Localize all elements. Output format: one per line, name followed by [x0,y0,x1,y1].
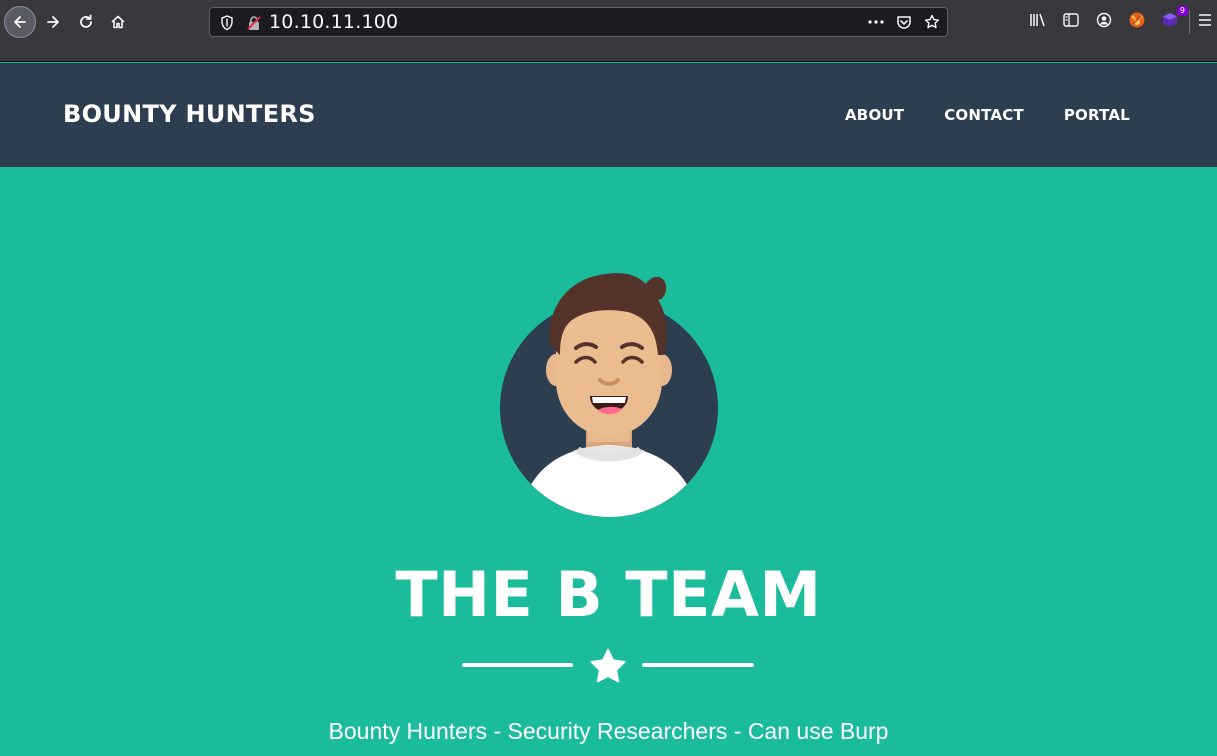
star-icon [590,648,626,683]
site-navbar: BOUNTY HUNTERS ABOUT CONTACT PORTAL [0,63,1217,167]
pocket-icon[interactable] [895,13,913,31]
arrow-left-icon [14,16,26,28]
extension-badge: 9 [1176,6,1188,16]
browser-toolbar: 10.10.11.100 9 [0,0,1217,62]
hamburger-menu-icon[interactable] [1198,12,1212,31]
extension-foxy-icon[interactable] [1127,10,1147,30]
insecure-lock-icon[interactable] [246,15,262,35]
home-button[interactable] [103,7,133,37]
nav-link-about[interactable]: ABOUT [845,106,904,124]
hero-title: THE B TEAM [395,558,822,631]
reload-icon [80,14,92,28]
page-actions-icon[interactable] [867,13,885,31]
hero-subheading: Bounty Hunters - Security Researchers - … [328,718,889,744]
brand-link[interactable]: BOUNTY HUNTERS [63,100,316,128]
toolbar-divider [1189,10,1190,34]
nav-link-contact[interactable]: CONTACT [944,106,1024,124]
library-icon[interactable] [1028,10,1048,30]
shield-icon[interactable] [220,15,234,35]
reload-button[interactable] [71,7,101,37]
back-button[interactable] [4,6,36,38]
divider-line-left [462,663,573,667]
home-icon [111,15,125,29]
forward-button[interactable] [38,7,68,37]
extension-cube-icon[interactable]: 9 [1160,6,1188,30]
divider-line-right [642,663,754,667]
avatar-icon [500,273,718,517]
url-bar[interactable]: 10.10.11.100 [209,7,948,37]
nav-links: ABOUT CONTACT PORTAL [845,106,1130,124]
sidebar-icon[interactable] [1061,10,1081,30]
nav-link-portal[interactable]: PORTAL [1064,106,1130,124]
url-text[interactable]: 10.10.11.100 [269,11,398,33]
account-icon[interactable] [1094,10,1114,30]
bookmark-star-icon[interactable] [923,13,941,31]
arrow-right-icon [47,16,59,28]
